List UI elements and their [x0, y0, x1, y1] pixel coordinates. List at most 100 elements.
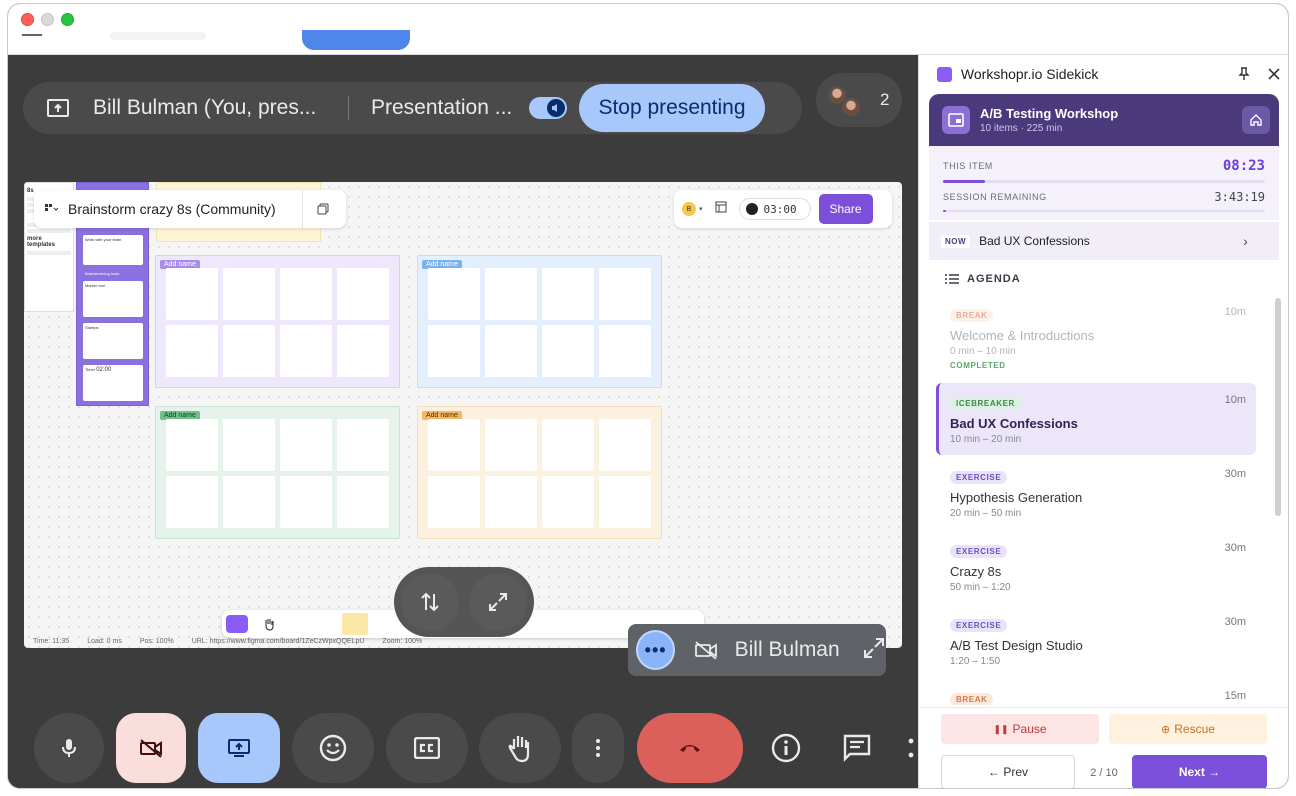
- agenda-title: A/B Test Design Studio: [950, 638, 1083, 653]
- workshop-card: A/B Testing Workshop 10 items · 225 min: [929, 94, 1279, 146]
- agenda-label: AGENDA: [967, 273, 1021, 285]
- minimize-window-button[interactable]: [41, 13, 54, 26]
- reactions-button[interactable]: [292, 713, 374, 783]
- audio-share-toggle[interactable]: [529, 97, 567, 119]
- more-options-icon[interactable]: •••: [636, 630, 676, 670]
- next-button[interactable]: Next →: [1132, 755, 1267, 788]
- agenda-item[interactable]: EXERCISE 30m Hypothesis Generation 20 mi…: [936, 457, 1256, 527]
- header-button[interactable]: [302, 30, 410, 50]
- figma-file-header: Brainstorm crazy 8s (Community): [34, 190, 346, 228]
- participants-button[interactable]: 2: [816, 73, 902, 127]
- expand-icon[interactable]: [862, 636, 886, 665]
- status-load: Load: 0 ms: [87, 637, 122, 645]
- menu-icon[interactable]: [22, 34, 42, 36]
- template-label: Work with your team: [85, 237, 122, 242]
- captions-button[interactable]: [386, 713, 468, 783]
- layout-icon[interactable]: [715, 200, 727, 218]
- raise-hand-button[interactable]: [479, 713, 561, 783]
- template-label: Stamps: [85, 325, 99, 330]
- close-icon[interactable]: [1259, 68, 1288, 80]
- agenda-item-current[interactable]: ICEBREAKER 10m Bad UX Confessions 10 min…: [936, 383, 1256, 455]
- workshop-info: A/B Testing Workshop 10 items · 225 min: [980, 106, 1242, 134]
- chat-button[interactable]: [830, 713, 884, 783]
- share-button[interactable]: Share: [818, 194, 873, 224]
- figma-menu-icon[interactable]: [34, 203, 68, 215]
- more-options-button[interactable]: [572, 713, 624, 783]
- now-title: Bad UX Confessions: [979, 234, 1090, 248]
- presenter-name: Bill Bulman (You, pres...: [93, 96, 317, 119]
- avatar: [842, 98, 860, 116]
- file-title[interactable]: Brainstorm crazy 8s (Community): [68, 201, 302, 217]
- agenda-range: 0 min – 10 min: [950, 346, 1016, 357]
- user-avatar[interactable]: B: [682, 202, 696, 216]
- duplicate-icon[interactable]: [303, 203, 343, 215]
- agenda-duration: 30m: [1224, 468, 1246, 480]
- lifebuoy-icon: ⊕: [1161, 723, 1171, 736]
- agenda-item[interactable]: BREAK 10m Welcome & Introductions 0 min …: [936, 295, 1256, 370]
- divider: [919, 707, 1288, 708]
- zoom-window-button[interactable]: [61, 13, 74, 26]
- board-blue: Add name: [417, 255, 662, 388]
- agenda-title: Hypothesis Generation: [950, 490, 1083, 505]
- prev-button[interactable]: ← Prev: [941, 755, 1075, 788]
- sticky-grid: [166, 419, 389, 528]
- session-time: 3:43:19: [1214, 190, 1265, 204]
- fullscreen-icon[interactable]: [469, 573, 527, 631]
- sidekick-panel: Workshopr.io Sidekick A/B Testing Worksh…: [918, 55, 1288, 788]
- meeting-details-button[interactable]: [759, 713, 813, 783]
- panel-header: Workshopr.io Sidekick: [919, 55, 1288, 93]
- presenting-bar: Bill Bulman (You, pres... Presentation .…: [23, 82, 802, 134]
- agenda-header: AGENDA: [945, 273, 1021, 285]
- presentation-label: Presentation ...: [371, 96, 513, 119]
- board-purple: Add name: [155, 255, 400, 388]
- pause-icon: ❚❚: [993, 723, 1009, 734]
- agenda-type-badge: EXERCISE: [950, 619, 1008, 632]
- status-zoom: Zoom: 100%: [382, 637, 423, 645]
- now-playing-row[interactable]: NOW Bad UX Confessions ›: [929, 222, 1279, 260]
- template-label: Timer: [85, 367, 96, 372]
- search-bar[interactable]: [110, 32, 206, 40]
- agenda-item[interactable]: EXERCISE 30m Crazy 8s 50 min – 1:20: [936, 531, 1256, 601]
- template-section: Brainstorming tools: [85, 271, 120, 276]
- pause-button[interactable]: ❚❚ Pause: [941, 714, 1099, 744]
- home-icon[interactable]: [1242, 106, 1270, 134]
- workshop-meta: 10 items · 225 min: [980, 123, 1063, 134]
- pause-label: Pause: [1012, 722, 1047, 736]
- move-tool[interactable]: [226, 615, 248, 633]
- agenda-scrollbar[interactable]: [1275, 298, 1281, 516]
- agenda-title: Bad UX Confessions: [950, 416, 1078, 431]
- sticky-tool[interactable]: [342, 613, 368, 635]
- participant-avatars: [826, 80, 866, 120]
- stop-presenting-button[interactable]: Stop presenting: [579, 84, 765, 132]
- swap-vertical-icon[interactable]: [401, 573, 459, 631]
- agenda-item[interactable]: EXERCISE 30m A/B Test Design Studio 1:20…: [936, 605, 1256, 675]
- rescue-button[interactable]: ⊕ Rescue: [1109, 714, 1267, 744]
- present-now-button[interactable]: [198, 713, 280, 783]
- template-card: Stamps: [83, 323, 143, 359]
- microphone-button[interactable]: [34, 713, 104, 783]
- close-window-button[interactable]: [21, 13, 34, 26]
- template-label: Marker tool: [85, 283, 106, 288]
- agenda-range: 1:20 – 1:50: [950, 656, 1001, 667]
- leave-call-button[interactable]: [637, 713, 743, 783]
- chevron-down-icon[interactable]: ▾: [699, 205, 703, 213]
- divider: [348, 96, 349, 120]
- rescue-label: Rescue: [1174, 722, 1215, 736]
- this-item-progress: [943, 180, 1265, 183]
- session-row: SESSION REMAINING 3:43:19: [943, 190, 1265, 204]
- activities-button[interactable]: [904, 713, 918, 783]
- camera-toggle-button[interactable]: [116, 713, 186, 783]
- agenda-duration: 10m: [1224, 394, 1246, 406]
- panel-title: Workshopr.io Sidekick: [960, 66, 1099, 82]
- timer-widget[interactable]: 03:00: [738, 198, 811, 220]
- page-indicator: 2 / 10: [1090, 767, 1118, 779]
- sticky-grid: [428, 268, 651, 377]
- workshop-icon: [942, 106, 970, 134]
- agenda-item[interactable]: BREAK 15m: [936, 679, 1256, 705]
- this-item-time: 08:23: [1222, 158, 1265, 174]
- camera-off-icon: [693, 641, 718, 659]
- pin-icon[interactable]: [1229, 67, 1259, 81]
- agenda-list: BREAK 10m Welcome & Introductions 0 min …: [936, 295, 1264, 705]
- present-screen-icon: [23, 99, 93, 117]
- agenda-range: 50 min – 1:20: [950, 582, 1011, 593]
